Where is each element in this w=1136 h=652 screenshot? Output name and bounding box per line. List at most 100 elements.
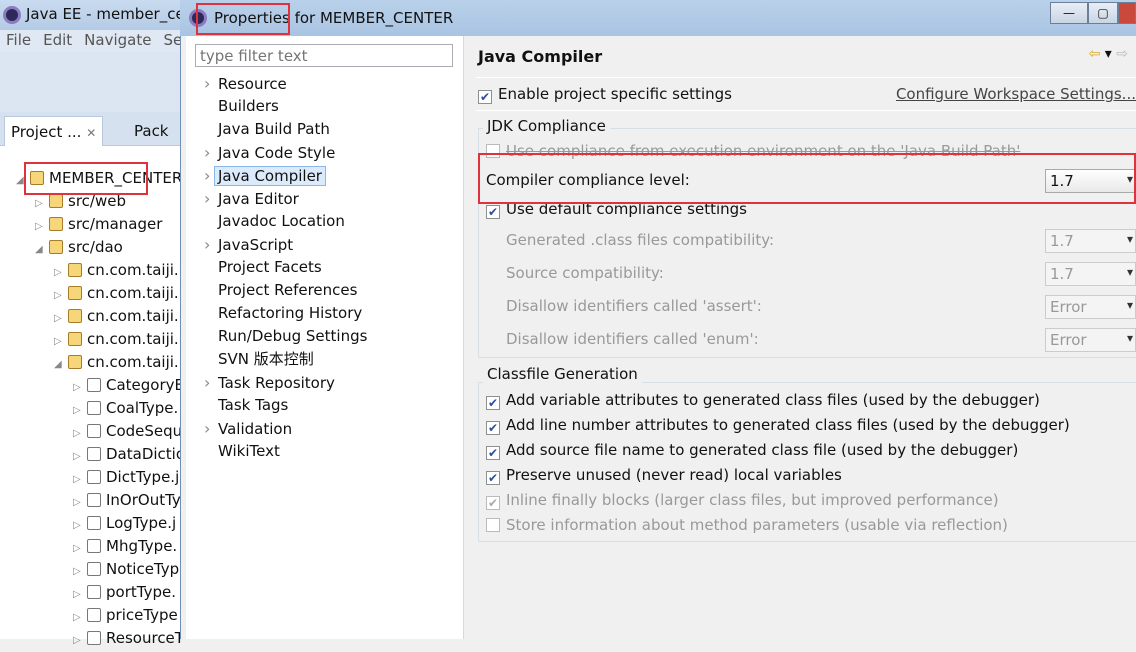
nav-item[interactable]: Project Facets (204, 256, 322, 279)
setting-label: Source compatibility: (506, 264, 664, 282)
tree-item-label: cn.com.taiji.r (87, 307, 185, 325)
nav-item[interactable]: Task Tags (204, 394, 288, 417)
forward-arrow-icon[interactable]: ⇨ (1116, 46, 1128, 62)
checkbox[interactable]: ✔ (486, 446, 500, 460)
classfile-option-checkbox[interactable]: ✔ Inline finally blocks (larger class fil… (486, 491, 999, 510)
tree-item-label: CodeSequ (106, 422, 183, 440)
nav-item[interactable]: Project References (204, 279, 357, 302)
setting-select[interactable]: Error (1045, 328, 1136, 352)
tree-item[interactable]: ▷ MhgType. (73, 535, 177, 558)
java-file-icon (87, 401, 101, 415)
tree-item[interactable]: ◢ src/dao (35, 236, 123, 259)
menu-item[interactable]: File (6, 31, 31, 49)
highlight-box (478, 153, 1136, 204)
checkbox[interactable]: ✔ (486, 396, 500, 410)
tree-item[interactable]: ◢ cn.com.taiji.r (54, 351, 185, 374)
nav-item-label: Java Compiler (214, 166, 326, 186)
tree-item-label: cn.com.taiji.r (87, 353, 185, 371)
minimize-button[interactable]: — (1050, 2, 1088, 24)
checkbox[interactable]: ✔ (486, 496, 500, 510)
nav-item[interactable]: SVN 版本控制 (204, 348, 314, 371)
close-icon[interactable]: ✕ (86, 126, 96, 140)
nav-item[interactable]: › Java Code Style (204, 141, 335, 164)
tree-item[interactable]: ▷ cn.com.taiji.r (54, 305, 185, 328)
background-toolbar (0, 52, 185, 112)
tree-item[interactable]: ▷ CategoryE (73, 374, 184, 397)
nav-item-label: Run/Debug Settings (218, 327, 368, 345)
nav-item[interactable]: Refactoring History (204, 302, 362, 325)
filter-input[interactable] (195, 44, 453, 67)
nav-item[interactable]: › JavaScript (204, 233, 293, 256)
nav-item[interactable]: › Resource (204, 72, 287, 95)
tab-project-explorer[interactable]: Project ... ✕ (4, 116, 104, 146)
nav-item[interactable]: Javadoc Location (204, 210, 345, 233)
tree-item[interactable]: ▷ src/manager (35, 213, 162, 236)
tree-item[interactable]: ▷ portType. (73, 581, 176, 604)
maximize-button[interactable]: ▢ (1088, 2, 1118, 24)
classfile-option-checkbox[interactable]: ✔ Add source file name to generated class… (486, 441, 1018, 460)
tree-item[interactable]: ▷ CoalType. (73, 397, 178, 420)
tree-item[interactable]: ▷ LogType.j (73, 512, 176, 535)
background-view-tabs: Project ... ✕ Pack (0, 112, 185, 146)
expanded-arrow-icon: ◢ (35, 244, 43, 255)
tree-item[interactable]: ▷ DataDictio (73, 443, 185, 466)
tree-item[interactable]: ▷ priceType (73, 604, 178, 627)
nav-item[interactable]: Run/Debug Settings (204, 325, 367, 348)
nav-item[interactable]: Builders (204, 95, 279, 118)
setting-select[interactable]: Error (1045, 295, 1136, 319)
checkbox[interactable]: ✔ (478, 90, 492, 104)
tree-item-label: src/manager (68, 215, 163, 233)
nav-item[interactable]: › Java Editor (204, 187, 299, 210)
menu-item[interactable]: Edit (43, 31, 72, 49)
tree-item[interactable]: ▷ CodeSequ (73, 420, 182, 443)
collapsed-arrow-icon: ▷ (73, 520, 81, 531)
checkbox[interactable]: ✔ (486, 205, 500, 219)
classfile-option-checkbox[interactable]: ✔ Add variable attributes to generated cl… (486, 391, 1040, 410)
classfile-option-checkbox[interactable]: Store information about method parameter… (486, 516, 1008, 534)
nav-item-label: WikiText (218, 442, 280, 460)
checkbox[interactable] (486, 518, 500, 532)
nav-item[interactable]: › Task Repository (204, 371, 335, 394)
tree-item-label: MhgType. (106, 537, 178, 555)
menu-item[interactable]: Navigate (84, 31, 151, 49)
setting-select[interactable]: 1.7 (1045, 262, 1136, 286)
nav-item[interactable]: › Validation (204, 417, 292, 440)
java-file-icon (87, 585, 101, 599)
classfile-option-checkbox[interactable]: ✔ Preserve unused (never read) local vari… (486, 466, 842, 485)
chevron-right-icon: › (204, 419, 211, 438)
configure-workspace-settings-link[interactable]: Configure Workspace Settings... (896, 85, 1136, 103)
tree-item[interactable]: ▷ DictType.j (73, 466, 179, 489)
option-label: Add variable attributes to generated cla… (506, 391, 1040, 409)
collapsed-arrow-icon: ▷ (54, 313, 62, 324)
tree-item[interactable]: ▷ cn.com.taiji.r (54, 328, 185, 351)
chevron-down-icon[interactable]: ▾ (1105, 46, 1112, 62)
nav-item-label: Java Build Path (218, 120, 330, 138)
tree-item[interactable]: ▷ cn.com.taiji.r (54, 259, 185, 282)
enable-project-settings-checkbox[interactable]: ✔ Enable project specific settings (478, 85, 732, 104)
tree-item[interactable]: ▷ cn.com.taiji.r (54, 282, 185, 305)
back-arrow-icon[interactable]: ⇦ (1089, 46, 1101, 62)
nav-item-label: Project Facets (218, 258, 322, 276)
package-icon (68, 263, 82, 277)
option-label: Store information about method parameter… (506, 516, 1008, 534)
checkbox[interactable]: ✔ (486, 471, 500, 485)
close-button[interactable] (1118, 2, 1136, 24)
tree-item-label: src/dao (68, 238, 123, 256)
setting-select[interactable]: 1.7 (1045, 229, 1136, 253)
divider (476, 77, 1136, 78)
collapsed-arrow-icon: ▷ (73, 474, 81, 485)
nav-item[interactable]: Java Build Path (204, 118, 330, 141)
classfile-option-checkbox[interactable]: ✔ Add line number attributes to generated… (486, 416, 1070, 435)
expanded-arrow-icon: ◢ (54, 359, 62, 370)
nav-item[interactable]: WikiText (204, 440, 280, 463)
tab-package-explorer[interactable]: Pack (128, 116, 175, 146)
checkbox[interactable]: ✔ (486, 421, 500, 435)
java-file-icon (87, 447, 101, 461)
nav-item[interactable]: › Java Compiler (204, 164, 326, 187)
eclipse-icon (3, 6, 21, 24)
package-icon (68, 286, 82, 300)
tree-item[interactable]: ▷ NoticeTyp (73, 558, 179, 581)
collapsed-arrow-icon: ▷ (73, 382, 81, 393)
tree-item[interactable]: ▷ InOrOutTy (73, 489, 181, 512)
tree-item-label: InOrOutTy (106, 491, 181, 509)
